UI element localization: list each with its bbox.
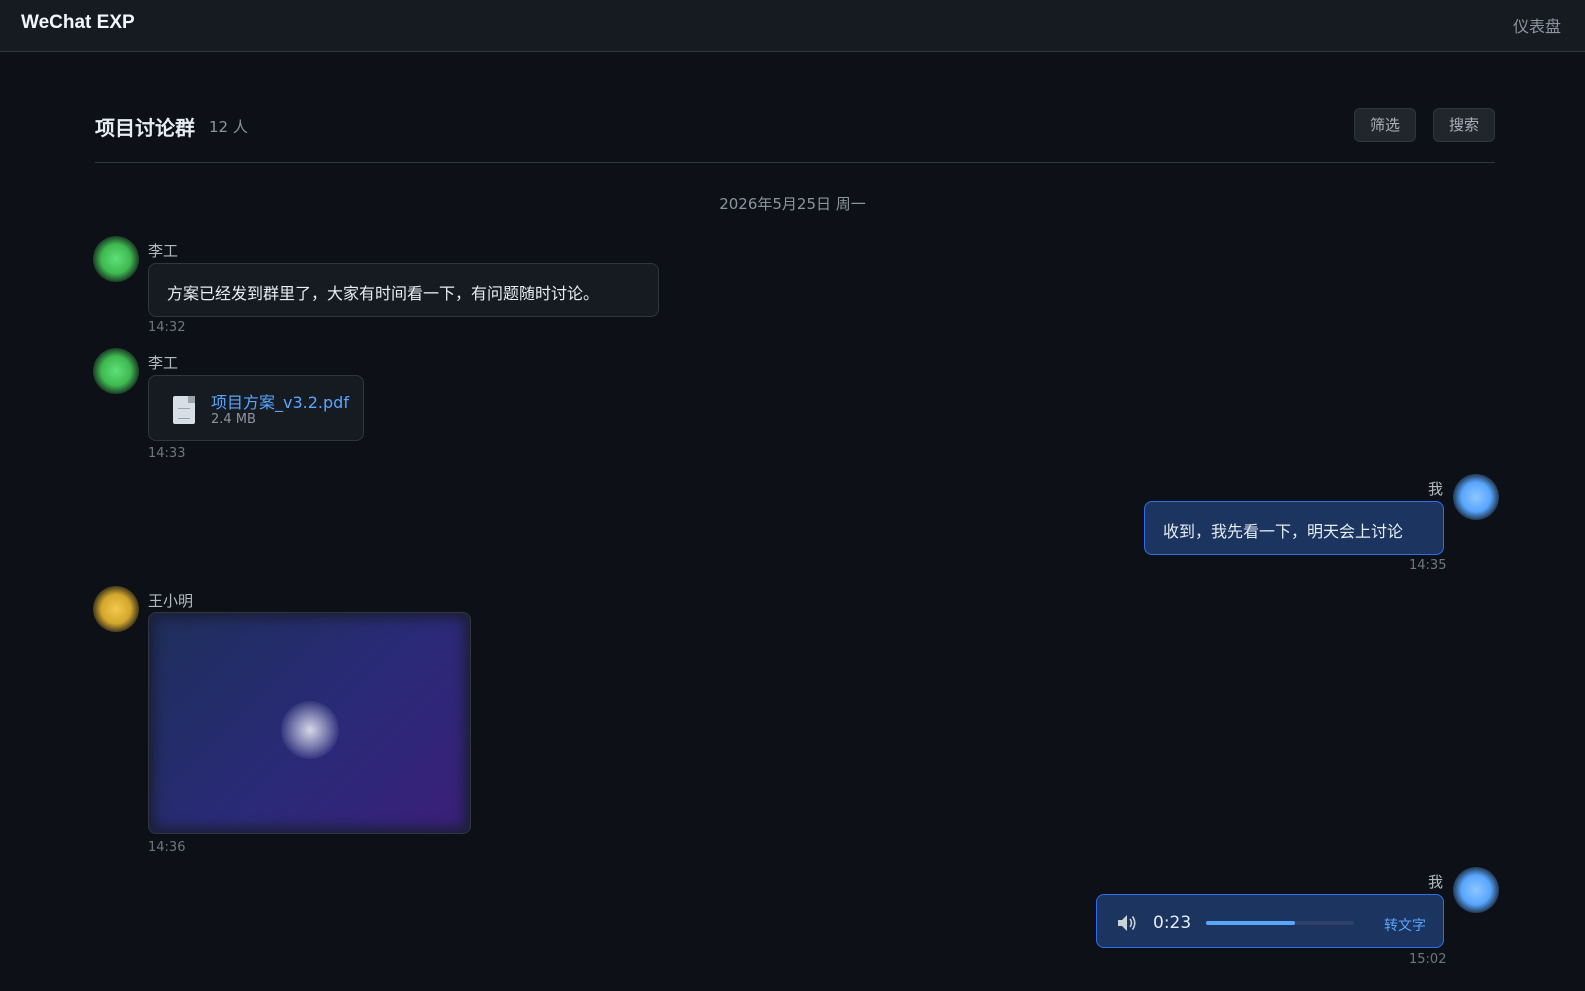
member-count: 12 人 (209, 118, 248, 136)
transcribe-button[interactable]: 转文字 (1384, 915, 1426, 935)
message-time: 14:33 (148, 446, 186, 461)
chat-header: 项目讨论群 12 人 筛选 搜索 (95, 105, 1495, 163)
file-size: 2.4 MB (211, 412, 256, 427)
avatar-li[interactable] (93, 348, 139, 394)
message-bubble[interactable]: 方案已经发到群里了，大家有时间看一下，有问题随时讨论。 (148, 263, 659, 317)
speaker-icon[interactable] (1117, 914, 1137, 932)
file-icon (173, 396, 195, 424)
app-brand: WeChat EXP (21, 12, 135, 33)
avatar-wang[interactable] (93, 586, 139, 632)
image-message[interactable] (148, 612, 471, 834)
chat-title: 项目讨论群 (95, 116, 195, 140)
avatar-me[interactable] (1453, 867, 1499, 913)
message-sender: 王小明 (148, 592, 194, 610)
message-time: 15:02 (1409, 952, 1447, 967)
message-sender: 李工 (148, 354, 179, 372)
message-time: 14:35 (1409, 558, 1447, 573)
message-text: 方案已经发到群里了，大家有时间看一下，有问题随时讨论。 (167, 284, 600, 303)
file-message[interactable]: 项目方案_v3.2.pdf 2.4 MB (148, 375, 364, 441)
top-bar: WeChat EXP 仪表盘 (0, 0, 1585, 52)
file-name-link[interactable]: 项目方案_v3.2.pdf (211, 389, 349, 413)
voice-progress-track[interactable] (1206, 921, 1354, 925)
message-time: 14:32 (148, 320, 186, 335)
message-sender: 我 (1428, 873, 1444, 891)
voice-progress-fill (1206, 921, 1295, 925)
filter-button[interactable]: 筛选 (1354, 108, 1417, 142)
date-divider: 2026年5月25日 周一 (719, 195, 866, 213)
message-sender: 李工 (148, 242, 179, 260)
message-text: 收到，我先看一下，明天会上讨论 (1163, 522, 1404, 541)
message-time: 14:36 (148, 840, 186, 855)
voice-duration: 0:23 (1153, 913, 1192, 933)
avatar-li[interactable] (93, 236, 139, 282)
voice-message[interactable]: 0:23 转文字 (1096, 894, 1444, 948)
search-button[interactable]: 搜索 (1433, 108, 1495, 142)
message-sender: 我 (1428, 480, 1444, 498)
nav-dashboard-link[interactable]: 仪表盘 (1513, 13, 1561, 37)
image-highlight (281, 701, 339, 759)
message-bubble-self[interactable]: 收到，我先看一下，明天会上讨论 (1144, 501, 1444, 555)
avatar-me[interactable] (1453, 474, 1499, 520)
